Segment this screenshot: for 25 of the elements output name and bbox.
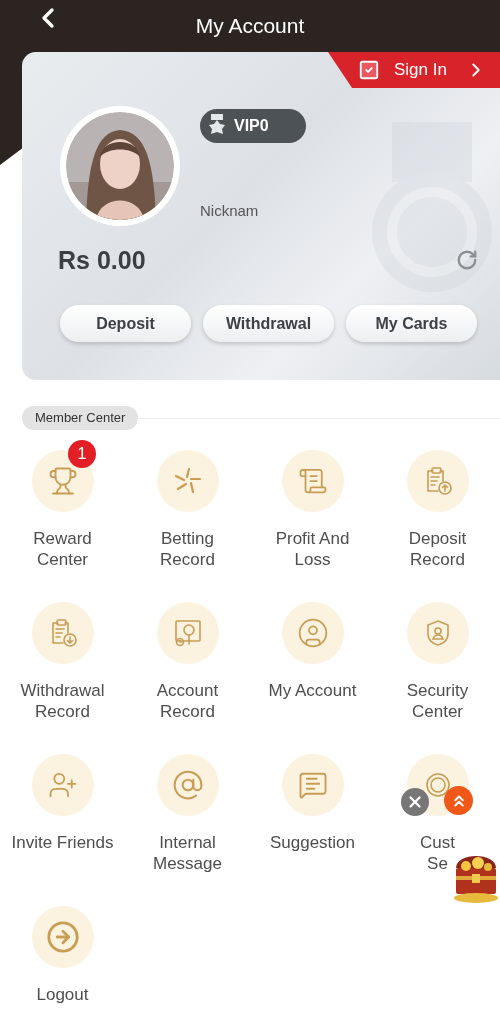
close-button[interactable]: [401, 788, 429, 816]
action-button[interactable]: My Cards: [346, 305, 477, 342]
menu-item[interactable]: Deposit Record: [375, 450, 500, 588]
refresh-icon[interactable]: [456, 249, 478, 271]
scroll-top-button[interactable]: [444, 786, 473, 815]
menu-item[interactable]: Invite Friends: [0, 754, 125, 892]
action-button[interactable]: Withdrawal: [203, 305, 334, 342]
menu-item[interactable]: Betting Record: [125, 450, 250, 588]
menu-item[interactable]: Security Center: [375, 602, 500, 740]
close-icon: [406, 793, 424, 811]
menu-item[interactable]: Logout: [0, 906, 125, 1024]
menu-item[interactable]: Withdrawal Record: [0, 602, 125, 740]
balance: Rs 0.00: [58, 245, 146, 276]
menu-item[interactable]: Account Record: [125, 602, 250, 740]
vip-badge: VIP0: [200, 109, 306, 143]
menu-item[interactable]: Suggestion: [250, 754, 375, 892]
action-button[interactable]: Deposit: [60, 305, 191, 342]
page-title: My Account: [195, 13, 305, 40]
section-label: Member Center: [22, 406, 139, 430]
menu-item[interactable]: My Account: [250, 602, 375, 740]
menu-item[interactable]: Internal Message: [125, 754, 250, 892]
checkbox-icon: [358, 59, 380, 81]
notification-badge: 1: [68, 440, 96, 468]
nickname: Nicknam: [200, 201, 259, 221]
menu-item[interactable]: Profit And Loss: [250, 450, 375, 588]
